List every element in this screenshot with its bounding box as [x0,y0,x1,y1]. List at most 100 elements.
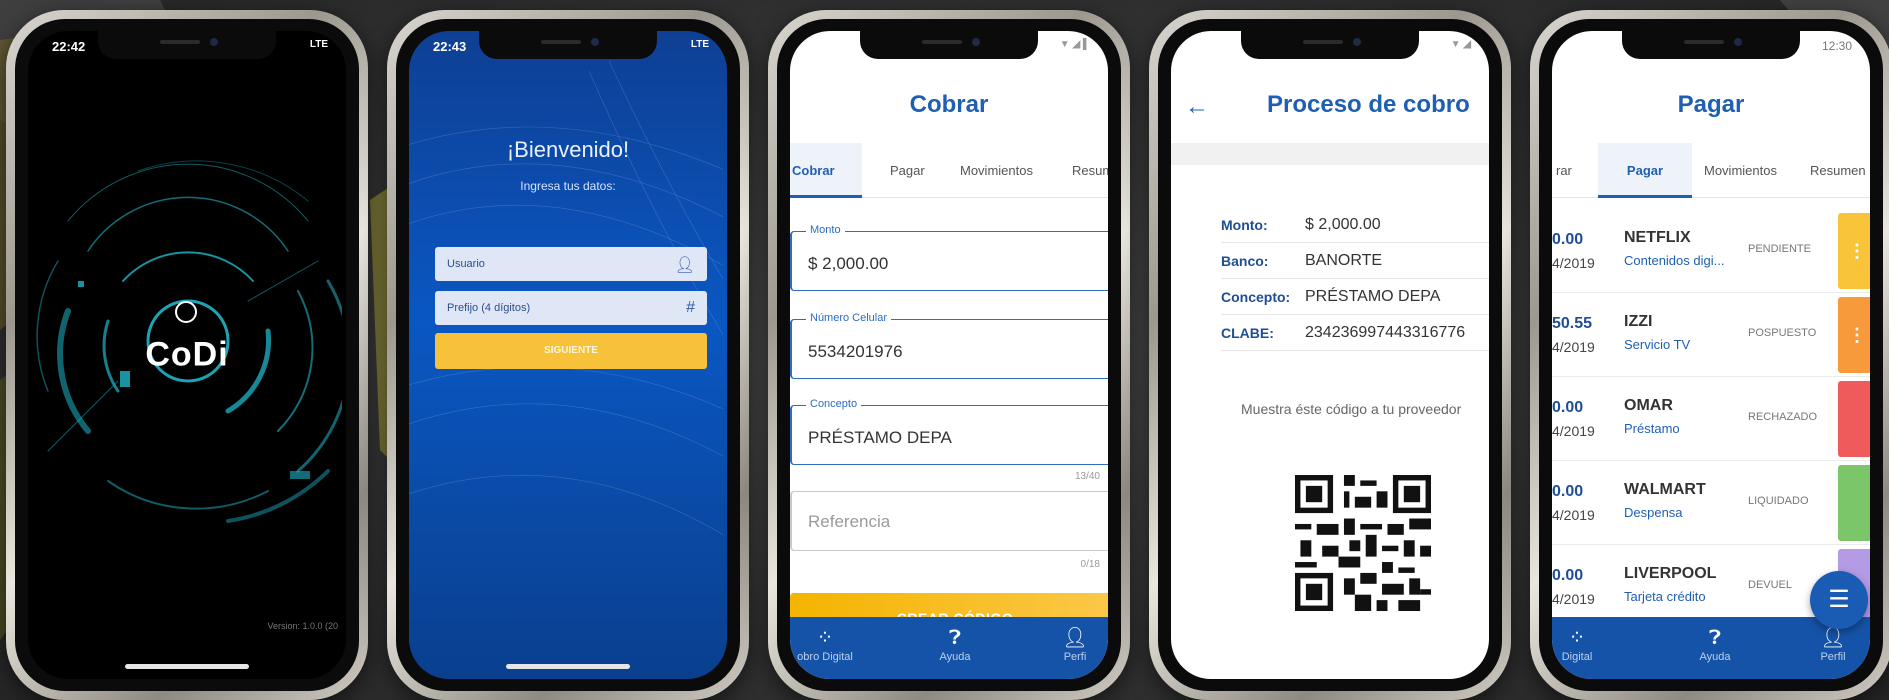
tab-resumen[interactable]: Resum [1072,143,1108,198]
instruction-text: Muestra éste código a tu proveedor [1241,401,1462,417]
detail-key: Monto: [1221,217,1268,233]
monto-value: $ 2,000.00 [808,254,889,273]
payment-date: 4/2019 [1552,255,1595,271]
payment-row[interactable]: 0.00 4/2019 NETFLIX Contenidos digi... P… [1552,209,1870,293]
tab-bar: Cobrar Pagar Movimientos Resum [790,143,1108,198]
phone-proceso-cobro: ▼ ◢ ← Proceso de cobro Monto: $ 2,000.00… [1149,10,1511,700]
page-title: Proceso de cobro [1267,91,1470,118]
welcome-subtitle: Ingresa tus datos: [520,179,616,193]
payment-desc: Tarjeta crédito [1624,589,1706,604]
nav-perfil[interactable]: 👤︎ Perfil [1778,625,1870,663]
payment-amount: 0.00 [1552,399,1584,416]
nav-label: Ayuda [939,651,971,663]
phone-pagar: 12:30 Pagar rar Pagar Movimientos Resume… [1530,10,1889,700]
detail-key: CLABE: [1221,325,1274,341]
status-color-bar[interactable] [1838,381,1870,457]
payment-date: 4/2019 [1552,507,1595,523]
phone-login: 22:43 LTE ¡Bienvenido! Ingresa tus datos… [387,10,749,700]
payment-amount: 0.00 [1552,231,1584,248]
detail-value: PRÉSTAMO DEPA [1305,288,1441,305]
nav-cobro-digital[interactable]: ⁘ Digital [1552,625,1632,663]
qr-code-image [1295,475,1431,611]
monto-field[interactable]: Monto $ 2,000.00 [790,224,1108,291]
siguiente-button[interactable]: SIGUIENTE [435,333,707,369]
tab-bar: rar Pagar Movimientos Resumen [1552,143,1870,198]
home-indicator[interactable] [506,664,630,669]
qr-scan-icon: ⁘ [816,627,834,649]
concepto-label: Concepto [806,398,862,410]
page-title: Pagar [1677,91,1745,118]
celular-value: 5534201976 [808,342,903,361]
status-network: LTE [690,39,709,50]
page-title: Cobrar [909,91,989,118]
detail-monto: Monto: $ 2,000.00 [1221,207,1489,243]
tab-movimientos[interactable]: Movimientos [1704,143,1777,198]
filter-fab-button[interactable]: ☰ [1810,571,1868,629]
payment-name: IZZI [1624,313,1653,330]
hash-icon: # [686,299,695,316]
signal-icon: ▼ ◢ [1450,39,1471,50]
payment-desc: Servicio TV [1624,337,1691,352]
detail-value: 234236997443316776 [1305,324,1466,341]
payment-row[interactable]: 50.55 4/2019 IZZI Servicio TV POSPUESTO … [1552,293,1870,377]
more-options-icon[interactable]: ⋮ [1838,297,1870,373]
nav-perfil[interactable]: 👤︎ Perfi [1020,625,1108,663]
qr-scan-icon: ⁘ [1568,627,1586,649]
detail-key: Banco: [1221,253,1269,269]
header-separator [1171,143,1489,165]
nav-label: Digital [1561,651,1593,663]
home-indicator[interactable] [125,664,249,669]
username-placeholder: Usuario [447,258,485,270]
person-icon: 👤︎ [674,257,695,274]
nav-cobro-digital[interactable]: ⁘ obro Digital [790,625,880,663]
bottom-nav: ⁘ Digital ❓︎ Ayuda 👤︎ Perfil [1552,617,1870,679]
cobrar-screen: ▼ ◢ ▌ Cobrar Cobrar Pagar Movimientos Re… [790,31,1108,679]
prefix-placeholder: Prefijo (4 dígitos) [447,302,531,314]
nav-ayuda[interactable]: ❓︎ Ayuda [900,625,1010,663]
signal-icon: ▼ ◢ ▌ [1059,39,1090,50]
nav-label: Perfi [1063,651,1087,663]
pagar-screen: 12:30 Pagar rar Pagar Movimientos Resume… [1552,31,1870,679]
detail-banco: Banco: BANORTE [1221,243,1489,279]
tab-movimientos[interactable]: Movimientos [960,143,1033,198]
payment-status: RECHAZADO [1748,411,1818,423]
referencia-field[interactable]: Referencia [790,491,1108,551]
login-screen: 22:43 LTE ¡Bienvenido! Ingresa tus datos… [409,31,727,679]
version-text: Version: 1.0.0 (20 [267,621,338,631]
prefix-input[interactable]: Prefijo (4 dígitos) # [435,291,707,325]
detail-clabe: CLABE: 234236997443316776 [1221,315,1489,351]
celular-field[interactable]: Número Celular 5534201976 [790,312,1108,379]
detail-value: $ 2,000.00 [1305,216,1381,233]
tab-pagar[interactable]: Pagar [1598,143,1692,198]
username-input[interactable]: Usuario 👤︎ [435,247,707,281]
proceso-screen: ▼ ◢ ← Proceso de cobro Monto: $ 2,000.00… [1171,31,1489,679]
payment-row[interactable]: 0.00 4/2019 OMAR Préstamo RECHAZADO [1552,377,1870,461]
payment-row[interactable]: 0.00 4/2019 WALMART Despensa LIQUIDADO [1552,461,1870,545]
concepto-field[interactable]: Concepto PRÉSTAMO DEPA [790,398,1108,465]
bottom-nav: ⁘ obro Digital ❓︎ Ayuda 👤︎ Perfi [790,617,1108,679]
payment-date: 4/2019 [1552,423,1595,439]
payment-date: 4/2019 [1552,339,1595,355]
referencia-placeholder: Referencia [808,512,891,531]
tab-pagar[interactable]: Pagar [890,143,925,198]
welcome-title: ¡Bienvenido! [506,137,630,162]
payment-amount: 50.55 [1552,315,1593,332]
status-time: 22:43 [433,39,467,54]
tab-resumen[interactable]: Resumen [1810,143,1866,198]
nav-label: obro Digital [797,651,853,663]
back-arrow-icon[interactable]: ← [1185,93,1209,121]
referencia-counter: 0/18 [1080,559,1100,570]
payment-name: LIVERPOOL [1624,565,1717,582]
nav-ayuda[interactable]: ❓︎ Ayuda [1660,625,1770,663]
phone-cobrar: ▼ ◢ ▌ Cobrar Cobrar Pagar Movimientos Re… [768,10,1130,700]
payment-desc: Contenidos digi... [1624,253,1725,268]
more-options-icon[interactable]: ⋮ [1838,213,1870,289]
payment-status: LIQUIDADO [1748,495,1809,507]
phone-splash: 22:42 LTE CoDi Version: 1.0.0 (20 [6,10,368,700]
tab-cobrar[interactable]: rar [1556,143,1572,198]
celular-label: Número Celular [806,312,892,324]
status-color-bar[interactable] [1838,465,1870,541]
filter-icon: ☰ [1828,586,1850,613]
payment-status: PENDIENTE [1748,243,1811,255]
tab-cobrar[interactable]: Cobrar [790,143,862,198]
